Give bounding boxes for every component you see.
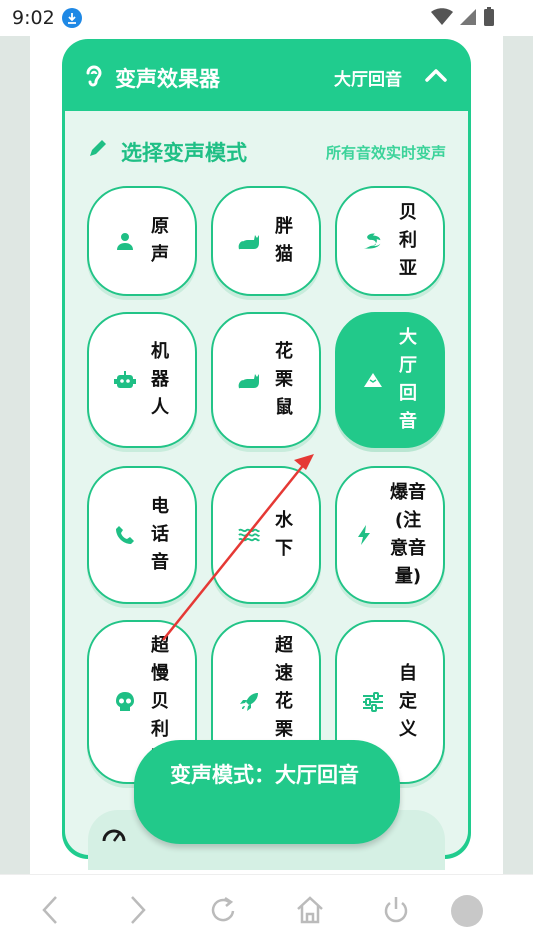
back-icon[interactable]: [40, 893, 62, 927]
power-icon[interactable]: [381, 893, 411, 927]
forward-icon[interactable]: [126, 893, 148, 927]
reload-icon[interactable]: [208, 893, 238, 927]
profile-dot[interactable]: [451, 895, 483, 927]
mode-toast: 变声模式：大厅回音: [134, 740, 400, 844]
browser-nav-bar: [0, 874, 533, 949]
home-icon[interactable]: [295, 893, 325, 927]
